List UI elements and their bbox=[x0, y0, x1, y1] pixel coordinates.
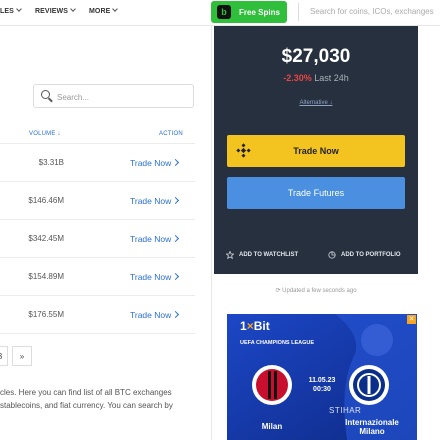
team-home: Milan bbox=[261, 422, 283, 431]
top-navigation: LES REVIEWS MORE b Free Spins Search for… bbox=[0, 0, 440, 26]
row-divider bbox=[0, 257, 195, 258]
alternative-link[interactable]: Alternative ↓ bbox=[214, 100, 418, 106]
sponsored-banner[interactable]: ✕ 1×Bit UEFA CHAMPIONS LEAGUE 11.05.23 0… bbox=[227, 314, 417, 440]
chevron-down-icon bbox=[16, 6, 22, 12]
trade-now-link[interactable]: Trade Now bbox=[130, 234, 180, 244]
pagination-page-3[interactable]: 3 bbox=[0, 346, 8, 366]
price-change-percent: -2.30% bbox=[283, 73, 312, 83]
column-divider bbox=[211, 26, 212, 440]
column-header-volume[interactable]: VOLUME ↓ bbox=[29, 131, 61, 137]
table-header-divider bbox=[0, 143, 195, 144]
chevron-right-icon bbox=[172, 310, 180, 319]
row-divider bbox=[0, 219, 195, 220]
pie-chart-icon bbox=[328, 251, 336, 259]
ad-close-icon[interactable]: ✕ bbox=[407, 315, 416, 324]
search-icon bbox=[41, 90, 50, 99]
chevron-right-icon bbox=[172, 158, 180, 167]
nav-item-more[interactable]: MORE bbox=[89, 6, 119, 15]
exchange-description-line-2: stablecoins, and fiat currency. You can … bbox=[0, 401, 173, 410]
match-datetime: 11.05.23 00:30 bbox=[308, 377, 336, 393]
volume-cell: $3.31B bbox=[38, 158, 64, 167]
ad-league: UEFA CHAMPIONS LEAGUE bbox=[240, 340, 315, 346]
team-away: Internazionale Milano bbox=[345, 418, 399, 436]
chevron-down-icon bbox=[112, 6, 119, 12]
price-change: -2.30% Last 24h bbox=[214, 73, 418, 83]
sort-down-arrow-icon: ↓ bbox=[57, 131, 61, 137]
row-divider bbox=[0, 181, 195, 182]
exchange-search-input[interactable]: Search... bbox=[33, 84, 194, 108]
last-updated: ⟳ Updated a few seconds ago bbox=[275, 288, 357, 294]
volume-cell: $146.46M bbox=[28, 196, 64, 205]
global-search-input[interactable]: Search for coins, ICOs, exchanges bbox=[310, 7, 434, 16]
inter-milan-crest-icon bbox=[349, 365, 389, 405]
volume-cell: $154.89M bbox=[28, 272, 64, 281]
ac-milan-crest-icon bbox=[252, 365, 292, 405]
volume-cell: $342.45M bbox=[28, 234, 64, 243]
nav-item-les[interactable]: LES bbox=[0, 6, 22, 15]
free-spins-button[interactable]: b Free Spins bbox=[211, 1, 287, 23]
trade-now-link[interactable]: Trade Now bbox=[130, 310, 180, 320]
volume-cell: $176.55M bbox=[28, 310, 64, 319]
bitstarz-logo-icon: b bbox=[217, 5, 231, 19]
chevron-right-icon bbox=[172, 272, 180, 281]
trade-now-button[interactable]: Trade Now bbox=[227, 135, 405, 167]
trade-now-link[interactable]: Trade Now bbox=[130, 196, 180, 206]
row-divider bbox=[0, 295, 195, 296]
ad-watermark: STIHAR bbox=[329, 406, 362, 415]
add-to-watchlist-button[interactable]: ADD TO WATCHLIST bbox=[226, 251, 298, 259]
chevron-right-icon bbox=[172, 234, 180, 243]
trade-now-link[interactable]: Trade Now bbox=[130, 272, 180, 282]
trade-futures-button[interactable]: Trade Futures bbox=[227, 177, 405, 209]
price-change-period: Last 24h bbox=[314, 73, 349, 83]
nav-item-reviews[interactable]: REVIEWS bbox=[35, 6, 76, 15]
chevron-down-icon bbox=[70, 6, 76, 12]
btc-price-card: $27,030 -2.30% Last 24h Alternative ↓ Tr… bbox=[214, 26, 418, 274]
1xbit-logo: 1×Bit bbox=[240, 319, 270, 333]
btc-price: $27,030 bbox=[281, 46, 351, 67]
star-icon bbox=[226, 251, 234, 259]
add-to-portfolio-button[interactable]: ADD TO PORTFOLIO bbox=[328, 251, 401, 259]
refresh-icon: ⟳ bbox=[275, 288, 281, 294]
exchange-description-line-1: cles. Here you can find list of all BTC … bbox=[0, 388, 172, 397]
binance-logo-icon bbox=[236, 143, 251, 158]
nav-divider bbox=[298, 3, 299, 21]
trade-now-link[interactable]: Trade Now bbox=[130, 158, 180, 168]
row-divider bbox=[0, 333, 195, 334]
pagination-next[interactable]: » bbox=[12, 346, 32, 366]
chevron-right-icon bbox=[172, 196, 180, 205]
column-header-action: ACTION bbox=[159, 131, 183, 137]
